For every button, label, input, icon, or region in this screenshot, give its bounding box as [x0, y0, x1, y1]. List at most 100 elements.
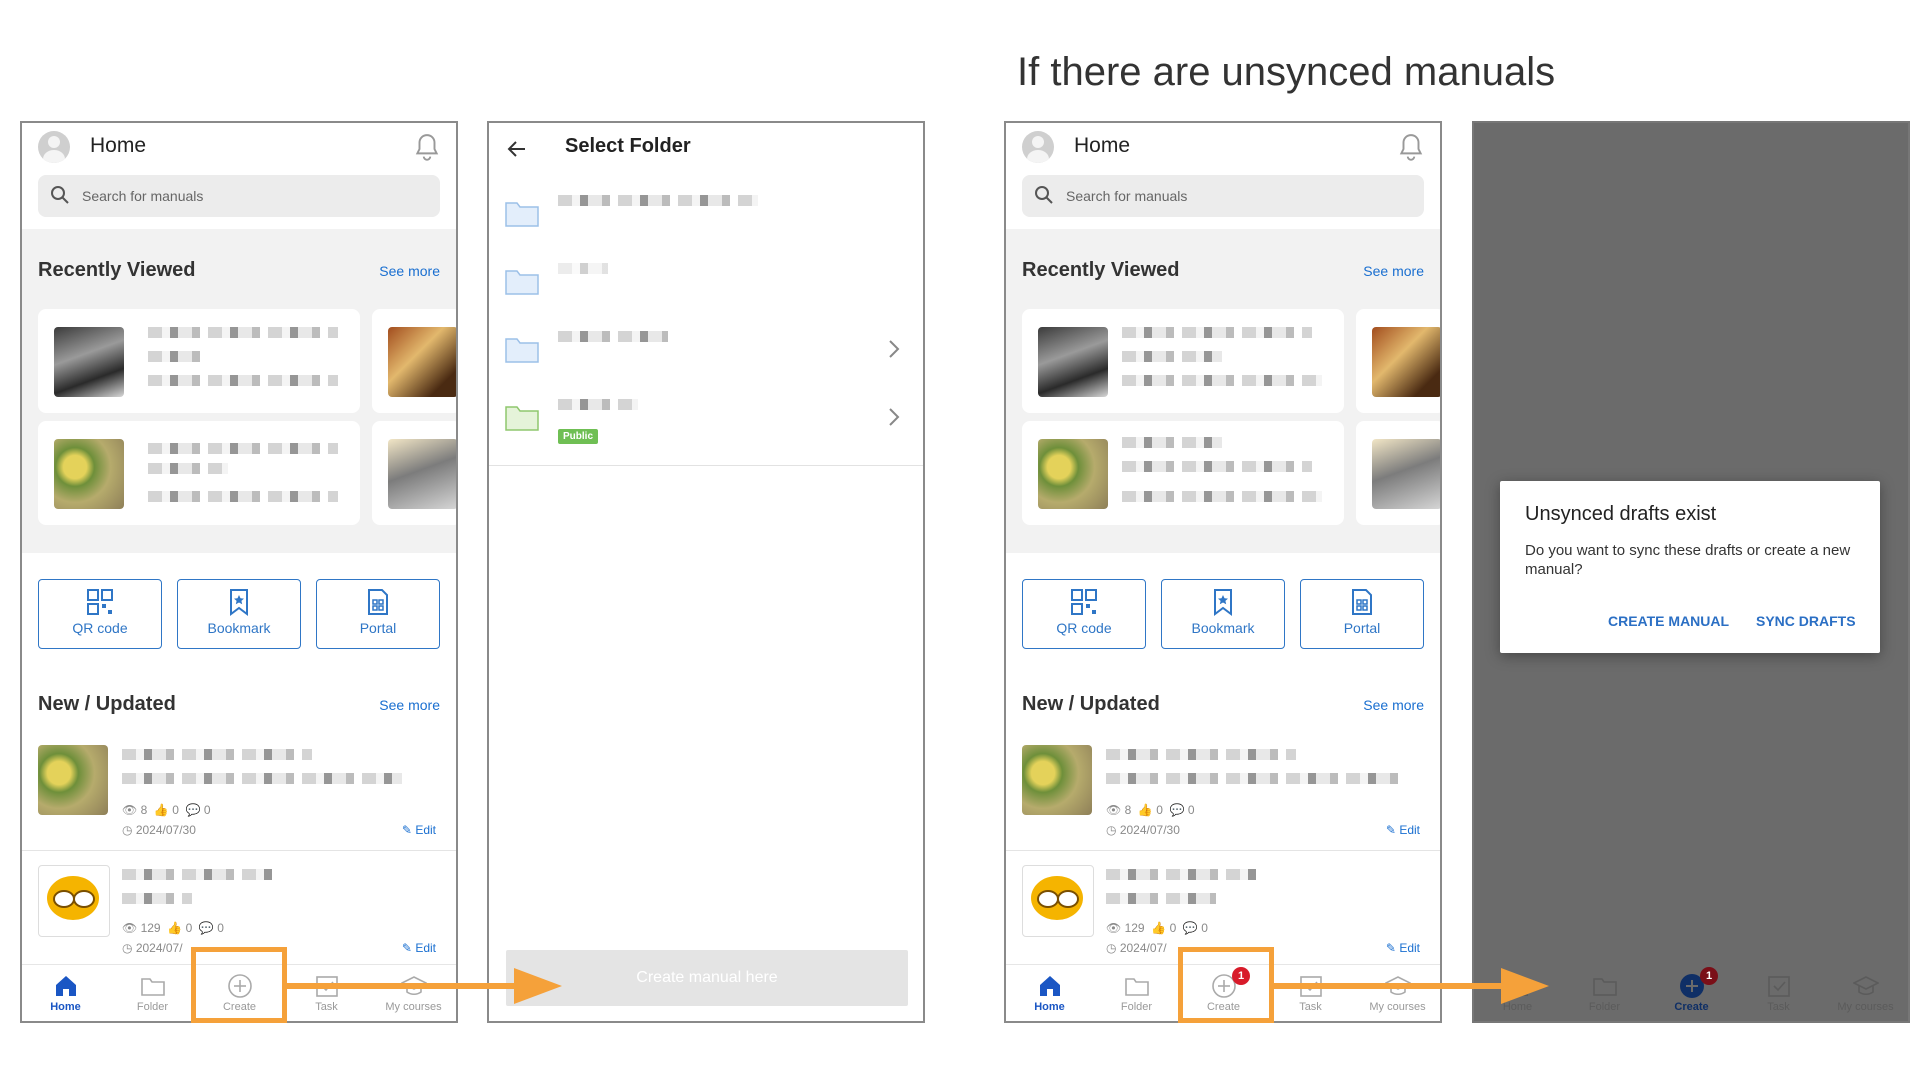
thumbnail	[54, 327, 124, 397]
item-date: ◷ 2024/07/	[1106, 941, 1167, 955]
divider	[22, 850, 456, 851]
search-placeholder: Search for manuals	[82, 188, 204, 204]
nav-folder[interactable]: Folder	[1093, 965, 1180, 1021]
recent-card[interactable]	[1022, 421, 1344, 525]
recently-viewed-heading: Recently Viewed	[38, 259, 196, 281]
blurred-text	[1122, 327, 1312, 338]
recent-card[interactable]	[372, 309, 456, 413]
bookmark-button[interactable]: Bookmark	[177, 579, 301, 649]
edit-button[interactable]: ✎ Edit	[402, 941, 436, 955]
nav-folder[interactable]: Folder	[1561, 965, 1648, 1021]
blurred-text	[1122, 491, 1322, 502]
see-more-link[interactable]: See more	[1363, 697, 1424, 713]
task-icon	[1767, 976, 1790, 997]
nav-folder[interactable]: Folder	[109, 965, 196, 1021]
item-date: ◷ 2024/07/30	[1106, 823, 1180, 837]
unsynced-drafts-dialog: Unsynced drafts exist Do you want to syn…	[1500, 481, 1880, 653]
bookmark-label: Bookmark	[207, 620, 271, 636]
mascot-face	[47, 876, 99, 920]
folder-row[interactable]	[489, 179, 923, 248]
thumbnail	[388, 439, 456, 509]
qr-code-label: QR code	[72, 620, 128, 636]
item-date: ◷ 2024/07/30	[122, 823, 196, 837]
page-title: Select Folder	[565, 135, 691, 157]
folder-row[interactable]: Public	[489, 383, 923, 466]
blurred-text	[148, 491, 338, 502]
recent-card[interactable]	[1356, 421, 1440, 525]
nav-label: Folder	[136, 1001, 169, 1013]
page-title: Home	[90, 134, 147, 157]
qr-code-icon	[87, 589, 113, 615]
chevron-right-icon[interactable]	[887, 407, 901, 427]
thumbnail	[1038, 439, 1108, 509]
blurred-text	[122, 869, 272, 880]
bookmark-icon	[1214, 589, 1232, 616]
recent-card[interactable]	[38, 309, 360, 413]
folder-icon	[505, 270, 539, 295]
folder-row[interactable]	[489, 315, 923, 384]
page-title: Home	[1074, 134, 1131, 157]
blurred-text	[148, 351, 208, 362]
bookmark-label: Bookmark	[1191, 620, 1255, 636]
avatar[interactable]	[38, 131, 70, 163]
create-manual-here-button[interactable]: Create manual here	[506, 950, 908, 1006]
item-stats: 👁 8 👍 0 💬 0	[1106, 803, 1195, 817]
nav-label: Task	[1767, 1001, 1790, 1013]
recent-card[interactable]	[1356, 309, 1440, 413]
nav-home[interactable]: Home	[1006, 965, 1093, 1021]
back-arrow-icon[interactable]	[505, 137, 529, 161]
bell-icon[interactable]	[1398, 133, 1424, 163]
edit-button[interactable]: ✎ Edit	[402, 823, 436, 837]
select-folder-screen: Select Folder Public Create manual here	[487, 121, 925, 1023]
avatar[interactable]	[1022, 131, 1054, 163]
folder-icon	[505, 338, 539, 363]
nav-label: Folder	[1120, 1001, 1153, 1013]
portal-label: Portal	[1343, 620, 1381, 636]
new-updated-heading: New / Updated	[38, 693, 176, 715]
qr-code-icon	[1071, 589, 1097, 615]
item-stats: 👁 129 👍 0 💬 0	[1106, 921, 1208, 935]
blurred-text	[148, 443, 338, 454]
see-more-link[interactable]: See more	[379, 263, 440, 279]
item-date: ◷ 2024/07/	[122, 941, 183, 955]
sync-drafts-button[interactable]: SYNC DRAFTS	[1756, 613, 1856, 629]
recent-card[interactable]	[372, 421, 456, 525]
courses-icon	[1852, 976, 1879, 996]
top-bar: Select Folder	[489, 123, 923, 180]
bookmark-button[interactable]: Bookmark	[1161, 579, 1285, 649]
nav-label: Home	[50, 1001, 81, 1013]
nav-create[interactable]: Create 1	[1648, 965, 1735, 1021]
nav-courses[interactable]: My courses	[1822, 965, 1908, 1021]
folder-row[interactable]	[489, 247, 923, 316]
search-input[interactable]: Search for manuals	[1022, 175, 1424, 217]
mascot-eye	[1057, 890, 1079, 908]
edit-button[interactable]: ✎ Edit	[1386, 941, 1420, 955]
qr-code-button[interactable]: QR code	[1022, 579, 1146, 649]
nav-label: Home	[1034, 1001, 1065, 1013]
chevron-right-icon[interactable]	[887, 339, 901, 359]
see-more-link[interactable]: See more	[1363, 263, 1424, 279]
top-bar: Home	[1006, 123, 1440, 179]
nav-label: Folder	[1588, 1001, 1621, 1013]
portal-button[interactable]: Portal	[1300, 579, 1424, 649]
folder-icon	[1124, 978, 1149, 996]
recent-card[interactable]	[1022, 309, 1344, 413]
nav-task[interactable]: Task	[1735, 965, 1822, 1021]
qr-code-button[interactable]: QR code	[38, 579, 162, 649]
see-more-link[interactable]: See more	[379, 697, 440, 713]
blurred-text	[122, 749, 312, 760]
portal-icon	[1352, 589, 1372, 615]
portal-button[interactable]: Portal	[316, 579, 440, 649]
bell-icon[interactable]	[414, 133, 440, 163]
blurred-text	[1106, 749, 1296, 760]
recent-card[interactable]	[38, 421, 360, 525]
blurred-text	[558, 399, 638, 410]
edit-button[interactable]: ✎ Edit	[1386, 823, 1420, 837]
nav-home[interactable]: Home	[22, 965, 109, 1021]
create-manual-button[interactable]: CREATE MANUAL	[1608, 613, 1729, 629]
nav-label: Create	[1674, 1001, 1709, 1013]
qr-code-label: QR code	[1056, 620, 1112, 636]
flow-arrow-icon	[286, 968, 562, 1004]
blurred-text	[558, 263, 608, 274]
search-input[interactable]: Search for manuals	[38, 175, 440, 217]
